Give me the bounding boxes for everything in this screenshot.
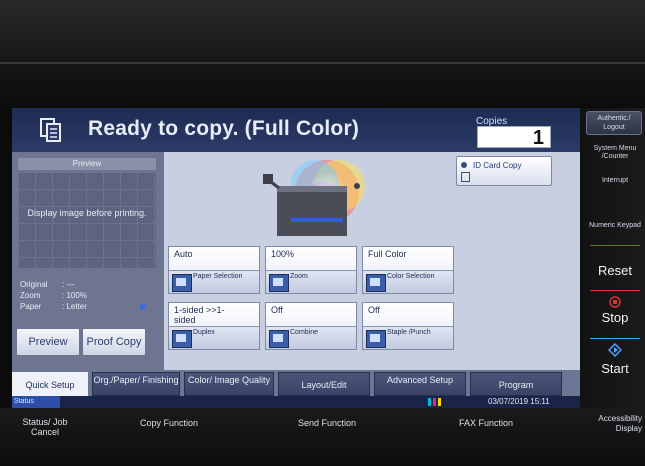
tab-layout-edit[interactable]: Layout/Edit <box>278 372 370 396</box>
info-original: Original: --- <box>20 280 75 289</box>
preview-panel: Preview Display image before printing. O… <box>12 152 164 370</box>
card-icon <box>461 172 470 182</box>
paper-indicator-icon <box>140 304 146 310</box>
combine-icon <box>269 330 289 348</box>
page-title: Ready to copy. (Full Color) <box>88 117 360 140</box>
info-zoom: Zoom: 100% <box>20 291 87 300</box>
staple-punch-button[interactable]: Off Staple /Punch <box>362 302 454 350</box>
preview-area <box>18 172 156 268</box>
preview-header: Preview <box>18 158 156 170</box>
paper-selection-icon <box>172 274 192 292</box>
paper-selection-button[interactable]: Auto Paper Selection <box>168 246 260 294</box>
start-icon <box>608 343 622 357</box>
interrupt-button[interactable]: Interrupt <box>588 177 642 185</box>
printer-illustration <box>263 160 365 236</box>
tab-bar: Quick Setup Org./Paper/ Finishing Color/… <box>12 370 580 396</box>
id-card-copy-button[interactable]: ID Card Copy <box>456 156 552 186</box>
status-label[interactable]: Status <box>12 396 60 408</box>
bottom-function-bar: Status/ Job Cancel Copy Function Send Fu… <box>0 408 645 466</box>
tab-color-image-quality[interactable]: Color/ Image Quality <box>184 372 274 396</box>
tab-quick-setup[interactable]: Quick Setup <box>12 372 88 396</box>
status-job-cancel-button[interactable]: Status/ Job Cancel <box>20 417 70 437</box>
start-indicator-line <box>590 338 640 339</box>
copy-icon <box>40 118 61 142</box>
preview-button[interactable]: Preview <box>16 328 80 356</box>
duplex-button[interactable]: 1-sided >>1-sided Duplex <box>168 302 260 350</box>
stop-icon <box>609 296 621 308</box>
zoom-button[interactable]: 100% Zoom <box>265 246 357 294</box>
reset-indicator-line <box>590 245 640 246</box>
status-bar: Status 03/07/2019 15:11 <box>12 396 580 408</box>
copies-field[interactable]: 1 <box>477 126 551 149</box>
system-menu-button[interactable]: System Menu /Counter <box>588 145 642 161</box>
tab-advanced-setup[interactable]: Advanced Setup <box>374 372 466 396</box>
proof-copy-button[interactable]: Proof Copy <box>82 328 146 356</box>
combine-button[interactable]: Off Combine <box>265 302 357 350</box>
touch-panel: Ready to copy. (Full Color) Copies 1 Pre… <box>12 108 580 408</box>
accessibility-display-button[interactable]: Accessibility Display <box>582 414 642 434</box>
title-bar: Ready to copy. (Full Color) Copies 1 <box>12 108 580 152</box>
stop-indicator-line <box>590 290 640 291</box>
authentication-logout-button[interactable]: Authentic./ Logout <box>586 111 642 135</box>
main-area: Preview Display image before printing. O… <box>12 152 580 370</box>
stop-button[interactable]: Stop <box>588 310 642 325</box>
zoom-icon <box>269 274 289 292</box>
tab-program[interactable]: Program <box>470 372 562 396</box>
send-function-button[interactable]: Send Function <box>298 418 356 428</box>
reset-button[interactable]: Reset <box>588 263 642 278</box>
color-selection-icon <box>366 274 386 292</box>
info-paper: Paper: Letter <box>20 302 87 311</box>
date-time: 03/07/2019 15:11 <box>488 397 550 406</box>
numeric-keypad-button[interactable]: Numeric Keypad <box>588 222 642 230</box>
color-selection-button[interactable]: Full Color Color Selection <box>362 246 454 294</box>
staple-punch-icon <box>366 330 386 348</box>
copy-function-button[interactable]: Copy Function <box>140 418 198 428</box>
preview-message: Display image before printing. <box>27 208 147 218</box>
device-bezel <box>0 0 645 110</box>
toner-level-icon <box>428 398 446 406</box>
fax-function-button[interactable]: FAX Function <box>459 418 513 428</box>
tab-org-paper-finishing[interactable]: Org./Paper/ Finishing <box>92 372 180 396</box>
duplex-icon <box>172 330 192 348</box>
id-card-icon <box>461 162 467 168</box>
start-button[interactable]: Start <box>588 361 642 376</box>
